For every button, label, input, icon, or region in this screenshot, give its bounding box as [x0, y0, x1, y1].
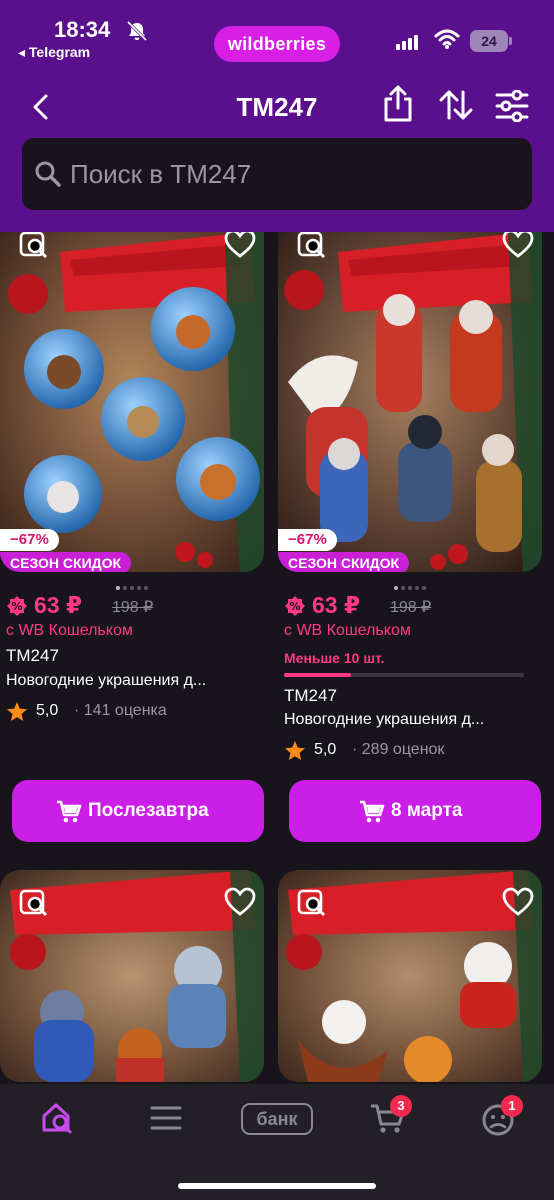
price: 63 ₽ — [34, 592, 82, 618]
heart-icon[interactable] — [502, 232, 534, 260]
star-icon — [285, 741, 305, 760]
price: 63 ₽ — [312, 592, 360, 618]
product-brand: TM247 — [284, 686, 337, 705]
cart-badge: 3 — [390, 1095, 412, 1117]
search-input[interactable] — [70, 138, 520, 210]
add-to-cart-button[interactable]: Послезавтра — [12, 780, 264, 842]
heart-icon[interactable] — [224, 886, 256, 918]
product-name: Новогодние украшения д... — [284, 711, 485, 728]
brand-pill: wildberries — [214, 26, 340, 62]
image-search-icon[interactable] — [296, 232, 328, 262]
cart-icon — [360, 800, 385, 823]
svg-text:%: % — [289, 600, 300, 613]
home-indicator — [178, 1183, 376, 1189]
stock-progress-bar — [284, 673, 524, 677]
product-image — [278, 232, 542, 572]
bell-muted-icon — [126, 20, 148, 42]
heart-icon[interactable] — [502, 886, 534, 918]
product-photo[interactable] — [0, 870, 264, 1082]
review-count: · 141 оценка — [74, 702, 167, 719]
sale-badge: СЕЗОН СКИДОК — [278, 552, 410, 572]
sort-icon[interactable] — [438, 88, 474, 122]
product-name: Новогодние украшения д... — [6, 672, 207, 689]
status-time: 18:34 — [54, 17, 111, 42]
battery-indicator: 24 — [470, 30, 512, 52]
product-card[interactable]: −67% СЕЗОН СКИДОК % 63 ₽ 198 ₽ с WB Коше… — [0, 232, 264, 842]
wallet-discount-icon: % — [7, 596, 27, 616]
old-price: 198 ₽ — [390, 599, 432, 616]
product-image — [0, 232, 264, 572]
rating-value: 5,0 — [314, 741, 337, 758]
svg-text:%: % — [11, 600, 22, 613]
heart-icon[interactable] — [224, 232, 256, 260]
wifi-icon — [434, 29, 460, 49]
product-card[interactable] — [0, 870, 264, 1082]
back-to-telegram-link[interactable]: ◂ Telegram — [18, 44, 90, 61]
image-search-icon[interactable] — [18, 232, 50, 262]
sale-badge: СЕЗОН СКИДОК — [0, 552, 132, 572]
wallet-discount-icon: % — [285, 596, 305, 616]
rating-value: 5,0 — [36, 702, 59, 719]
product-photo[interactable]: −67% СЕЗОН СКИДОК — [278, 232, 542, 572]
cell-signal-icon — [396, 32, 420, 50]
wallet-note: с WB Кошельком — [284, 622, 411, 639]
discount-badge: −67% — [0, 529, 59, 551]
bank-tab[interactable]: банк — [241, 1103, 313, 1135]
add-to-cart-button[interactable]: 8 марта — [289, 780, 541, 842]
search-icon — [35, 161, 61, 187]
app-header: TM247 — [0, 78, 554, 232]
profile-badge: 1 — [501, 1095, 523, 1117]
image-search-icon[interactable] — [18, 888, 50, 920]
catalog-menu-tab-icon[interactable] — [146, 1098, 186, 1138]
bottom-tab-bar: банк 3 1 — [0, 1084, 554, 1200]
product-photo[interactable] — [278, 870, 542, 1082]
share-icon[interactable] — [381, 84, 415, 124]
home-search-tab-icon[interactable] — [38, 1098, 78, 1138]
delivery-label: Послезавтра — [88, 800, 209, 821]
wallet-note: с WB Кошельком — [6, 622, 133, 639]
product-card[interactable] — [278, 870, 542, 1082]
old-price: 198 ₽ — [112, 599, 154, 616]
product-card[interactable]: −67% СЕЗОН СКИДОК % 63 ₽ 198 ₽ с WB Коше… — [278, 232, 542, 842]
star-icon — [7, 702, 27, 721]
search-bar[interactable] — [22, 138, 532, 210]
review-count: · 289 оценок — [352, 741, 445, 758]
status-bar: 18:34 ◂ Telegram wildberries 24 — [0, 0, 554, 78]
image-search-icon[interactable] — [296, 888, 328, 920]
product-photo[interactable]: −67% СЕЗОН СКИДОК — [0, 232, 264, 572]
product-brand: TM247 — [6, 646, 59, 665]
cart-icon — [57, 800, 82, 823]
stock-progress-fill — [284, 673, 352, 677]
discount-badge: −67% — [278, 529, 337, 551]
stock-warning: Меньше 10 шт. — [284, 650, 385, 666]
delivery-label: 8 марта — [391, 800, 463, 821]
filter-icon[interactable] — [495, 90, 529, 122]
